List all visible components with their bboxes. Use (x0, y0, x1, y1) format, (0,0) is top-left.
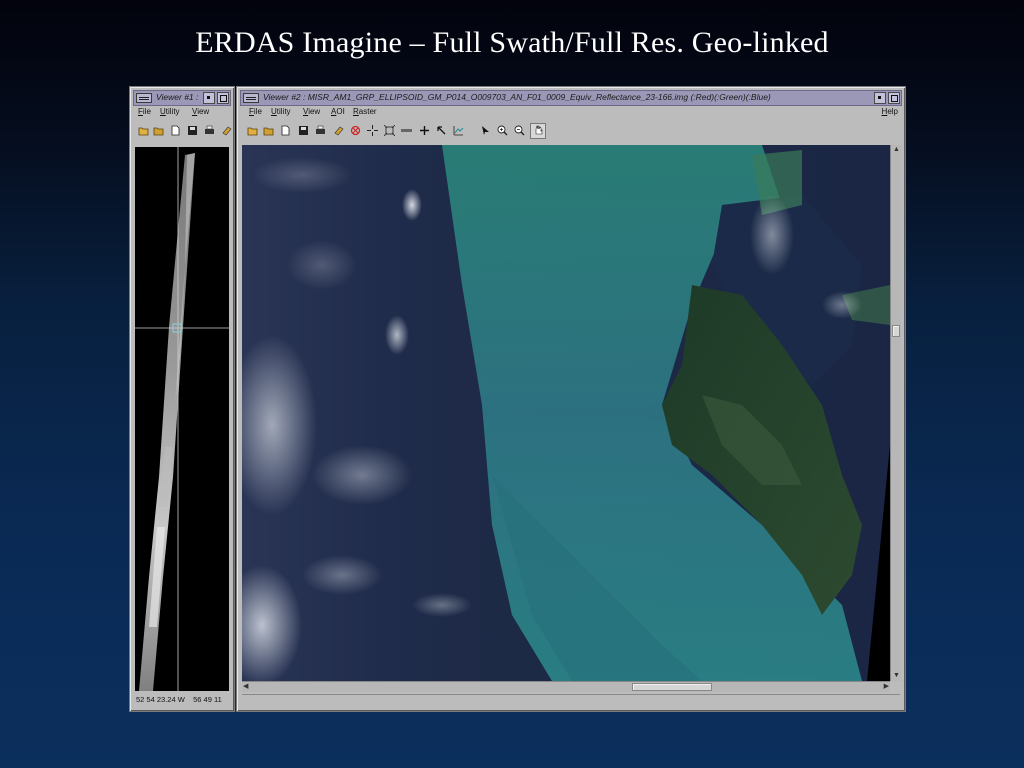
pointer-icon[interactable] (480, 125, 491, 136)
eraser-icon[interactable] (221, 125, 232, 136)
pan-hand-icon[interactable] (530, 123, 546, 139)
menu-raster[interactable]: Raster (353, 107, 377, 116)
viewer2-menubar: File Utility View AOI Raster Help (240, 106, 902, 120)
plus-icon[interactable] (419, 125, 430, 136)
viewer2-window: Viewer #2 : MISR_AM1_GRP_ELLIPSOID_GM_P0… (236, 86, 906, 712)
fit-icon[interactable] (383, 124, 396, 137)
menu-utility[interactable]: Utility (160, 107, 180, 116)
profile-icon[interactable] (453, 125, 464, 136)
slide-title: ERDAS Imagine – Full Swath/Full Res. Geo… (195, 26, 829, 59)
horizontal-scroll-thumb[interactable] (632, 683, 712, 691)
viewer2-toolbar (240, 122, 902, 140)
viewer2-title: Viewer #2 : MISR_AM1_GRP_ELLIPSOID_GM_P0… (263, 92, 771, 102)
viewer1-title: Viewer #1 : (156, 92, 199, 102)
menu-aoi[interactable]: AOI (331, 107, 345, 116)
window-menu-icon[interactable] (243, 93, 259, 103)
menu-view[interactable]: View (192, 107, 209, 116)
print-icon[interactable] (204, 125, 215, 136)
swath-image (135, 147, 229, 691)
viewer1-image-canvas[interactable] (135, 147, 229, 691)
menu-view[interactable]: View (303, 107, 320, 116)
document-icon[interactable] (280, 125, 291, 136)
scroll-up-icon[interactable]: ▲ (893, 146, 900, 154)
viewer1-status-bar: 52 54 23.24 W 56 49 11 (136, 695, 222, 704)
scroll-right-icon[interactable]: ▶ (884, 683, 889, 691)
scroll-left-icon[interactable]: ◀ (243, 683, 248, 691)
menu-file[interactable]: File (138, 107, 151, 116)
satellite-image (242, 145, 890, 681)
print-icon[interactable] (315, 125, 326, 136)
minimize-icon[interactable] (874, 92, 886, 104)
document-icon[interactable] (170, 125, 181, 136)
maximize-icon[interactable] (888, 92, 900, 104)
viewer1-titlebar[interactable]: Viewer #1 : (133, 90, 231, 106)
eraser-icon[interactable] (333, 125, 344, 136)
vertical-scrollbar[interactable]: ▲ ▼ (890, 145, 901, 681)
viewer2-status-bar (242, 694, 900, 707)
menu-file[interactable]: File (249, 107, 262, 116)
scroll-down-icon[interactable]: ▼ (893, 672, 900, 680)
clear-icon[interactable] (350, 125, 361, 136)
zoom-out-icon[interactable] (514, 125, 525, 136)
viewer1-toolbar (133, 122, 232, 140)
open-folder-icon[interactable] (138, 125, 149, 136)
folder-icon[interactable] (153, 125, 164, 136)
save-icon[interactable] (298, 125, 309, 136)
vertical-scroll-thumb[interactable] (892, 325, 900, 337)
viewer1-menubar: File Utility View (133, 106, 231, 120)
zoom-in-icon[interactable] (497, 125, 508, 136)
open-folder-icon[interactable] (247, 125, 258, 136)
maximize-icon[interactable] (217, 92, 229, 104)
folder-icon[interactable] (263, 125, 274, 136)
viewer1-window: Viewer #1 : File Utility View 52 54 23.2… (129, 86, 235, 712)
save-icon[interactable] (187, 125, 198, 136)
menu-help[interactable]: Help (882, 107, 898, 116)
crosshair-icon[interactable] (367, 125, 378, 136)
viewer2-image-canvas[interactable] (242, 145, 890, 681)
menu-utility[interactable]: Utility (271, 107, 291, 116)
horizontal-scrollbar[interactable]: ◀ ▶ (242, 681, 890, 692)
viewer2-titlebar[interactable]: Viewer #2 : MISR_AM1_GRP_ELLIPSOID_GM_P0… (240, 90, 902, 106)
inquire-icon[interactable] (436, 125, 447, 136)
minimize-icon[interactable] (203, 92, 215, 104)
measure-icon[interactable] (401, 125, 412, 136)
window-menu-icon[interactable] (136, 93, 152, 103)
